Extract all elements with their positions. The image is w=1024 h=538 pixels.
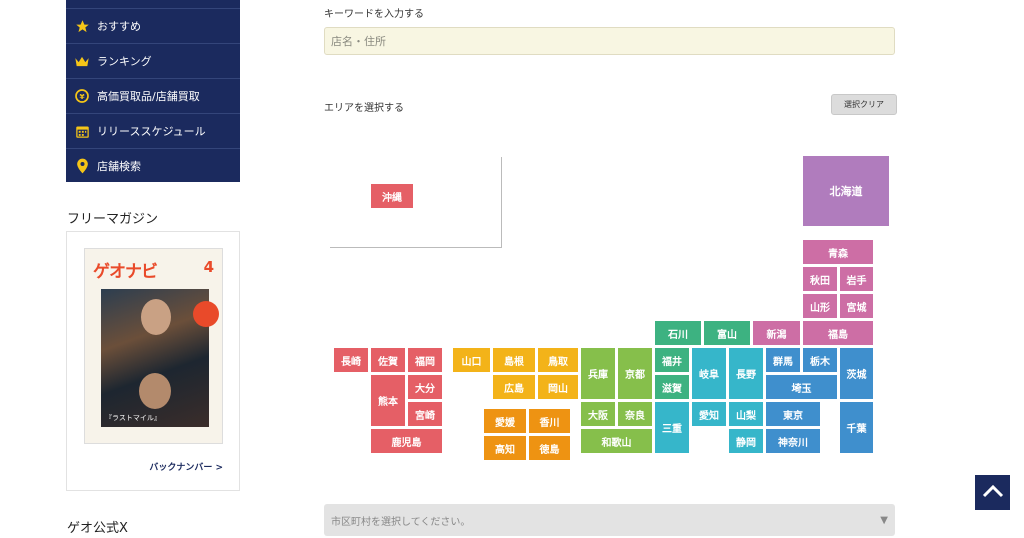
okinawa-inset-frame [330, 157, 502, 248]
cover-month: 4 [203, 258, 214, 276]
pref-okayama[interactable]: 岡山 [538, 375, 578, 399]
pref-miyazaki[interactable]: 宮崎 [408, 402, 442, 426]
pref-saitama[interactable]: 埼玉 [766, 375, 837, 399]
pref-fukuoka[interactable]: 福岡 [408, 348, 442, 372]
sidebar-item-release-schedule[interactable]: リリーススケジュール [66, 113, 240, 148]
pref-nagano[interactable]: 長野 [729, 348, 763, 399]
pref-toyama[interactable]: 富山 [704, 321, 750, 345]
pref-aichi[interactable]: 愛知 [692, 402, 726, 426]
sidebar-item-label: ランキング [97, 55, 152, 68]
clear-selection-button[interactable]: 選択クリア [831, 94, 897, 115]
cover-title: ゲオナビ [93, 262, 158, 282]
cover-badge [193, 301, 219, 327]
pref-fukushima[interactable]: 福島 [803, 321, 873, 345]
svg-text:¥: ¥ [79, 92, 85, 101]
free-magazine-heading: フリーマガジン [67, 212, 159, 227]
pref-tottori[interactable]: 鳥取 [538, 348, 578, 372]
cover-caption: 『ラストマイル』 [105, 414, 161, 422]
pref-aomori[interactable]: 青森 [803, 240, 873, 264]
pref-yamaguchi[interactable]: 山口 [453, 348, 490, 372]
calendar-icon [74, 123, 90, 139]
area-label: エリアを選択する [324, 103, 404, 114]
pref-shimane[interactable]: 島根 [493, 348, 535, 372]
pref-kagawa[interactable]: 香川 [529, 409, 570, 433]
pref-nara[interactable]: 奈良 [618, 402, 652, 426]
pref-ibaraki[interactable]: 茨城 [840, 348, 873, 399]
pref-gifu[interactable]: 岐阜 [692, 348, 726, 399]
pref-iwate[interactable]: 岩手 [840, 267, 873, 291]
pref-tochigi[interactable]: 栃木 [803, 348, 837, 372]
pref-shizuoka[interactable]: 静岡 [729, 429, 763, 453]
pref-nagasaki[interactable]: 長崎 [334, 348, 368, 372]
sidebar-item-label: 店舗検索 [97, 160, 141, 173]
pref-fukui[interactable]: 福井 [655, 348, 689, 372]
star-icon [74, 18, 90, 34]
pref-shiga[interactable]: 滋賀 [655, 375, 689, 399]
sidebar-menu: おすすめ ランキング ¥ 高価買取品/店舗買取 リリーススケジュール 店舗検索 [66, 0, 240, 182]
magazine-cover[interactable]: ゲオナビ 4 『ラストマイル』 [84, 248, 223, 444]
sidebar-item-store-search[interactable]: 店舗検索 [66, 148, 240, 183]
pref-kagoshima[interactable]: 鹿児島 [371, 429, 442, 453]
magazine-card: ゲオナビ 4 『ラストマイル』 バックナンバー > [66, 231, 240, 491]
pref-yamanashi[interactable]: 山梨 [729, 402, 763, 426]
city-select-placeholder: 市区町村を選択してください。 [331, 516, 471, 528]
pref-kumamoto[interactable]: 熊本 [371, 375, 405, 426]
sidebar-item-label: リリーススケジュール [97, 125, 206, 138]
pref-gunma[interactable]: 群馬 [766, 348, 800, 372]
dropdown-arrow-icon: ▼ [880, 514, 888, 526]
keyword-input[interactable] [324, 27, 895, 55]
chevron-up-icon [982, 483, 1004, 502]
pref-ehime[interactable]: 愛媛 [484, 409, 526, 433]
sidebar-item-recommend[interactable]: おすすめ [66, 8, 240, 43]
keyword-label: キーワードを入力する [324, 9, 424, 20]
pref-hiroshima[interactable]: 広島 [493, 375, 535, 399]
pref-hyogo[interactable]: 兵庫 [581, 348, 615, 399]
pref-miyagi[interactable]: 宮城 [840, 294, 873, 318]
cover-face [141, 299, 171, 335]
geo-official-x-heading: ゲオ公式X [67, 521, 128, 536]
sidebar-item-label: 高価買取品/店舗買取 [97, 90, 200, 103]
pref-akita[interactable]: 秋田 [803, 267, 837, 291]
pref-hokkaido[interactable]: 北海道 [803, 156, 889, 226]
pref-saga[interactable]: 佐賀 [371, 348, 405, 372]
back-number-link[interactable]: バックナンバー > [149, 460, 223, 473]
sidebar-item-ranking[interactable]: ランキング [66, 43, 240, 78]
pref-kochi[interactable]: 高知 [484, 436, 526, 460]
buyback-icon: ¥ [74, 88, 90, 104]
cover-photo: 『ラストマイル』 [101, 289, 219, 427]
pref-oita[interactable]: 大分 [408, 375, 442, 399]
cover-face [139, 373, 171, 409]
pref-mie[interactable]: 三重 [655, 402, 689, 453]
crown-icon [74, 53, 90, 69]
pref-yamagata[interactable]: 山形 [803, 294, 837, 318]
pref-tokushima[interactable]: 徳島 [529, 436, 570, 460]
back-to-top-button[interactable] [975, 475, 1010, 510]
pref-kanagawa[interactable]: 神奈川 [766, 429, 820, 453]
pref-osaka[interactable]: 大阪 [581, 402, 615, 426]
pref-okinawa[interactable]: 沖縄 [371, 184, 413, 208]
pref-chiba[interactable]: 千葉 [840, 402, 873, 453]
pref-kyoto[interactable]: 京都 [618, 348, 652, 399]
pref-wakayama[interactable]: 和歌山 [581, 429, 652, 453]
city-select[interactable]: 市区町村を選択してください。 ▼ [324, 504, 895, 536]
sidebar-item-buyback[interactable]: ¥ 高価買取品/店舗買取 [66, 78, 240, 113]
pref-niigata[interactable]: 新潟 [753, 321, 800, 345]
sidebar-item-label: おすすめ [97, 20, 141, 33]
pref-tokyo[interactable]: 東京 [766, 402, 820, 426]
pref-ishikawa[interactable]: 石川 [655, 321, 701, 345]
map-pin-icon [74, 158, 90, 174]
